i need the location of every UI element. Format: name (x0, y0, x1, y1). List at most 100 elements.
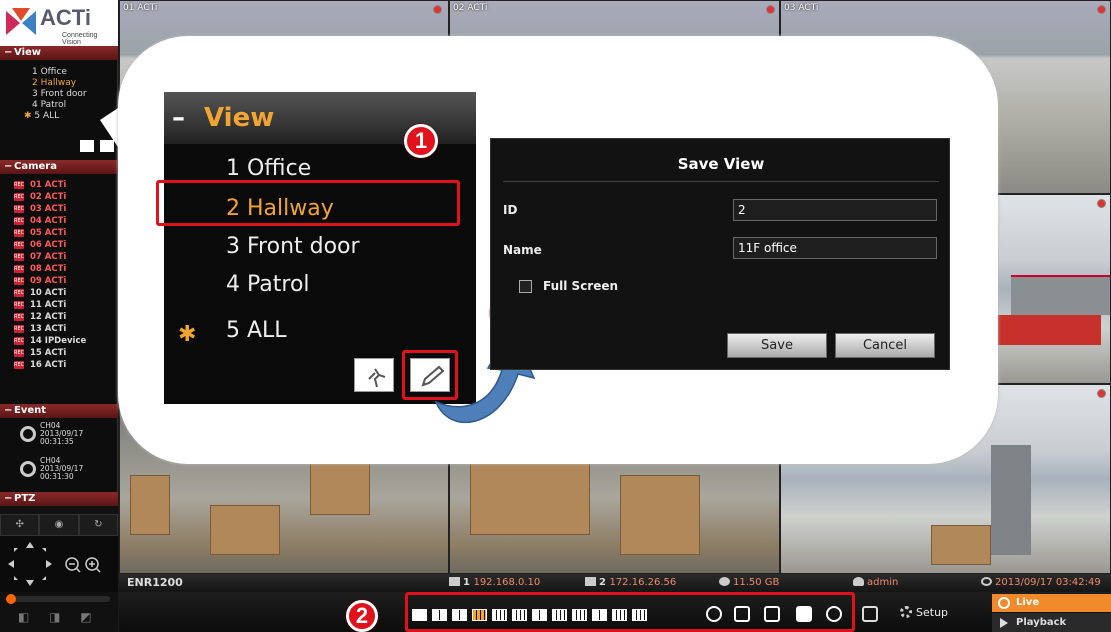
view-item-all-label: 5 ALL (34, 111, 60, 121)
camera-item[interactable]: REC 06 ACTi (0, 239, 118, 251)
live-label: Live (1016, 597, 1040, 608)
patrol-view-button[interactable] (354, 358, 394, 392)
camera-item-label: 08 ACTi (30, 264, 67, 274)
camera-item-label: 14 IPDevice (30, 336, 87, 346)
record-dot-icon (766, 5, 775, 14)
eye-icon (998, 597, 1010, 609)
motion-event-icon (20, 426, 36, 442)
camera-item-label: 13 ACTi (30, 324, 67, 334)
camera-item[interactable]: REC 04 ACTi (0, 215, 118, 227)
rec-icon: REC (14, 181, 25, 189)
name-label: Name (503, 243, 542, 257)
rec-icon: REC (14, 337, 25, 345)
camera-item[interactable]: REC 13 ACTi (0, 323, 118, 335)
setup-button[interactable]: Setup (900, 606, 948, 619)
patrol-pin-icon: ✱ (178, 322, 197, 347)
ptz-section-header[interactable]: − PTZ (0, 492, 118, 506)
camera-item[interactable]: REC 05 ACTi (0, 227, 118, 239)
playback-label: Playback (1016, 617, 1067, 628)
camera-item[interactable]: REC 14 IPDevice (0, 335, 118, 347)
logout-icon[interactable] (862, 606, 878, 622)
motion-event-icon (20, 461, 36, 477)
ptz-move-tab[interactable]: ✣ (0, 514, 40, 536)
ptz-extra-buttons[interactable]: ◧ ◨ ◩ (0, 610, 118, 628)
save-view-dialog: Save View ID 2 Name 11F office Full Scre… (490, 138, 950, 370)
event-item[interactable]: CH04 2013/09/17 00:31:30 (0, 455, 118, 483)
gear-icon (900, 606, 912, 618)
zoom-view-item-patrol[interactable]: 4 Patrol (226, 272, 310, 297)
collapse-icon: – (172, 103, 185, 133)
zoom-view-item-office[interactable]: 1 Office (226, 156, 311, 181)
hallway-highlight-box (156, 180, 460, 226)
zoom-view-item-all[interactable]: 5 ALL (226, 318, 287, 343)
event-item[interactable]: CH04 2013/09/17 00:31:35 (0, 420, 118, 448)
clock-value: 2013/09/17 03:42:49 (995, 577, 1101, 588)
event-header-label: Event (14, 405, 47, 416)
slider-knob[interactable] (6, 594, 16, 604)
event-time: 00:31:35 (40, 437, 74, 446)
camera-item-label: 05 ACTi (30, 228, 67, 238)
fullscreen-checkbox[interactable] (519, 280, 532, 293)
acti-logo: ACTi Connecting Vision (0, 0, 118, 46)
live-button[interactable]: Live (992, 594, 1111, 612)
storage-value: 11.50 GB (733, 577, 780, 588)
cancel-button[interactable]: Cancel (835, 333, 935, 358)
camera-label: 03 ACTi (784, 3, 819, 13)
camera-header-label: Camera (14, 161, 57, 172)
zoom-view-header-label: View (204, 103, 275, 133)
camera-item-label: 02 ACTi (30, 192, 67, 202)
camera-item[interactable]: REC 10 ACTi (0, 287, 118, 299)
record-dot-icon (1097, 199, 1106, 208)
step-badge-1: 1 (404, 124, 438, 158)
camera-item-label: 15 ACTi (30, 348, 67, 358)
ip1-status: 1 192.168.0.10 (449, 577, 540, 589)
fullscreen-label: Full Screen (543, 279, 619, 293)
ptz-speed-slider[interactable] (6, 594, 110, 604)
camera-label: 02 ACTi (453, 3, 488, 13)
id-field[interactable]: 2 (733, 199, 937, 221)
event-section-header[interactable]: − Event (0, 404, 118, 418)
camera-item[interactable]: REC 11 ACTi (0, 299, 118, 311)
rec-icon: REC (14, 217, 25, 225)
save-button[interactable]: Save (727, 333, 827, 358)
camera-item[interactable]: REC 15 ACTi (0, 347, 118, 359)
status-bar: ENR1200 1 192.168.0.10 2 172.16.26.56 11… (119, 574, 1111, 592)
camera-item[interactable]: REC 07 ACTi (0, 251, 118, 263)
ptz-direction-pad[interactable] (0, 536, 118, 592)
camera-item-label: 01 ACTi (30, 180, 67, 190)
view-section-header[interactable]: − View (0, 46, 118, 60)
camera-item-label: 09 ACTi (30, 276, 67, 286)
rec-icon: REC (14, 289, 25, 297)
camera-item-label: 11 ACTi (30, 300, 67, 310)
clock-status: 2013/09/17 03:42:49 (981, 577, 1101, 589)
zoom-view-item-front-door[interactable]: 3 Front door (226, 234, 360, 259)
rec-icon: REC (14, 265, 25, 273)
camera-item[interactable]: REC 12 ACTi (0, 311, 118, 323)
camera-item[interactable]: REC 08 ACTi (0, 263, 118, 275)
monitor-icon (449, 577, 460, 586)
camera-label: 01 ACTi (123, 3, 158, 13)
camera-item-label: 10 ACTi (30, 288, 67, 298)
name-field[interactable]: 11F office (733, 237, 937, 259)
record-dot-icon (1097, 389, 1106, 398)
rec-icon: REC (14, 301, 25, 309)
user-value: admin (867, 577, 899, 588)
device-name: ENR1200 (127, 576, 183, 589)
patrol-view-button[interactable] (80, 140, 94, 152)
ip1-index: 1 (463, 577, 470, 588)
camera-item[interactable]: REC 09 ACTi (0, 275, 118, 287)
view-header-label: View (14, 47, 42, 58)
record-dot-icon (433, 5, 442, 14)
ptz-rotate-tab[interactable]: ↻ (78, 514, 118, 536)
clock-icon (981, 577, 992, 586)
play-icon (1000, 618, 1008, 628)
ip2-index: 2 (599, 577, 606, 588)
record-dot-icon (1097, 5, 1106, 14)
ptz-preset-tab[interactable]: ◉ (39, 514, 79, 536)
patrol-icon (368, 368, 386, 388)
playback-button[interactable]: Playback (992, 613, 1111, 632)
ptz-arrows-icon (8, 542, 101, 586)
view-item-office[interactable]: 1 Office (0, 67, 118, 77)
camera-item[interactable]: REC 16 ACTi (0, 359, 118, 371)
camera-item-label: 16 ACTi (30, 360, 67, 370)
